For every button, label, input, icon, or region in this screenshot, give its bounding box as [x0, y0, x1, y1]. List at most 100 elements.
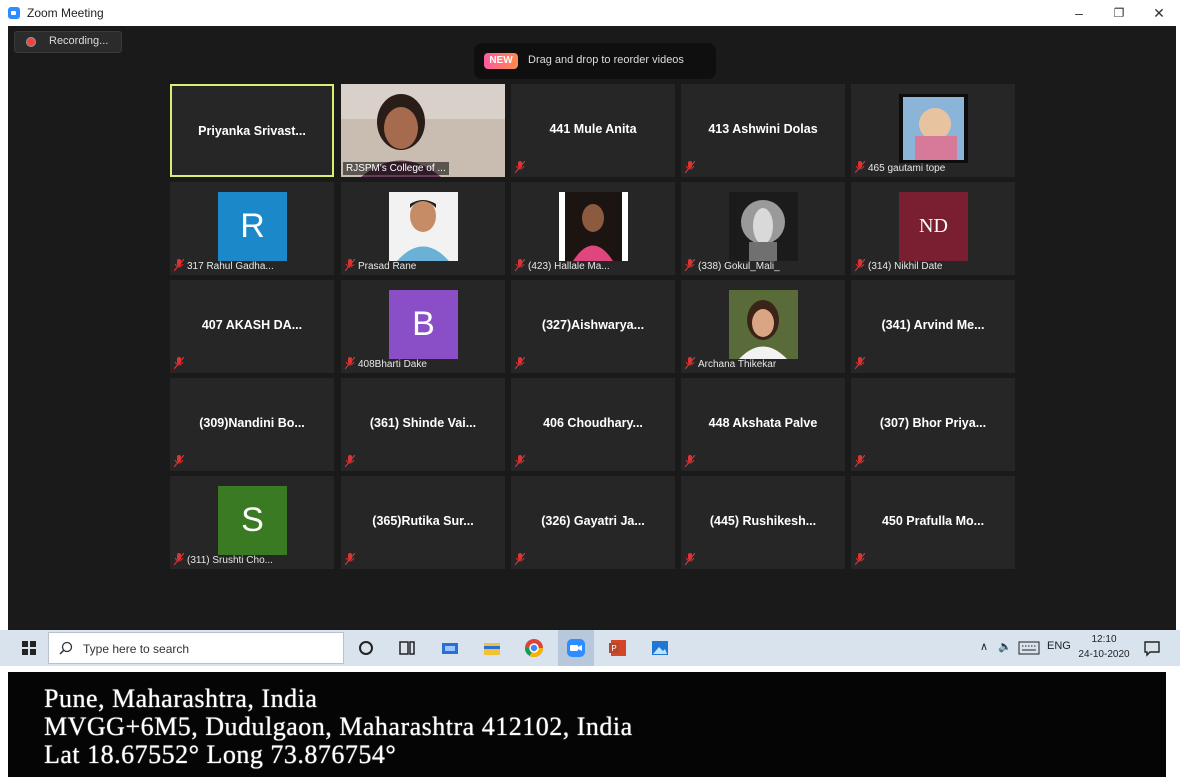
muted-mic-icon [174, 553, 184, 565]
geo-address-line: MVGG+6M5, Dudulgaon, Maharashtra 412102,… [44, 712, 633, 741]
participant-name: 407 AKASH DA... [201, 318, 303, 332]
participant-tile[interactable]: 465 gautami tope [851, 84, 1015, 177]
participant-name: Prasad Rane [358, 261, 417, 272]
muted-mic-icon [685, 553, 695, 565]
geo-coordinates-line: Lat 18.67552° Long 73.876754° [44, 740, 397, 769]
muted-mic-icon [685, 357, 695, 369]
clock[interactable]: 12:10 24-10-2020 [1078, 632, 1130, 662]
notification-icon[interactable] [1142, 638, 1162, 658]
taskbar: Type here to search P ∧ 🔈 ENG 12:10 24-1… [0, 630, 1180, 666]
profile-photo [389, 192, 458, 261]
new-badge: NEW [484, 53, 518, 69]
participant-tile[interactable]: (365)Rutika Sur... [341, 476, 505, 569]
profile-photo [559, 192, 628, 261]
participant-tile[interactable]: 406 Choudhary... [511, 378, 675, 471]
muted-mic-icon [855, 357, 865, 369]
participant-name: 408Bharti Dake [358, 359, 427, 370]
maximize-button[interactable]: ❐ [1104, 3, 1134, 23]
participant-name: 317 Rahul Gadha... [187, 261, 274, 272]
participant-tile[interactable]: (326) Gayatri Ja... [511, 476, 675, 569]
taskbar-app-icon[interactable] [440, 638, 460, 658]
muted-mic-icon [345, 357, 355, 369]
participant-tile[interactable]: 448 Akshata Palve [681, 378, 845, 471]
powerpoint-icon[interactable]: P [608, 638, 628, 658]
participant-name: Priyanka Srivast... [198, 124, 306, 138]
geo-location-line: Pune, Maharashtra, India [44, 684, 318, 713]
chevron-up-icon[interactable]: ∧ [980, 640, 988, 653]
recording-label: Recording... [49, 35, 109, 47]
reorder-tip-toast: NEW Drag and drop to reorder videos [474, 43, 716, 79]
geo-stamp-panel: Pune, Maharashtra, India MVGG+6M5, Dudul… [8, 672, 1166, 777]
muted-mic-icon [515, 553, 525, 565]
keyboard-icon[interactable] [1018, 641, 1040, 655]
muted-mic-icon [685, 455, 695, 467]
toast-message: Drag and drop to reorder videos [528, 54, 684, 66]
participant-tile[interactable]: S (311) Srushti Cho... [170, 476, 334, 569]
record-icon [27, 38, 35, 46]
recording-indicator[interactable]: Recording... [14, 31, 122, 53]
close-button[interactable]: ✕ [1144, 3, 1174, 23]
participant-name: (361) Shinde Vai... [369, 416, 477, 430]
chrome-icon[interactable] [524, 638, 544, 658]
participant-tile[interactable]: ND (314) Nikhil Date [851, 182, 1015, 275]
participant-tile[interactable]: 441 Mule Anita [511, 84, 675, 177]
minimize-button[interactable]: – [1064, 3, 1094, 23]
participant-name: Archana Thikekar [698, 359, 777, 370]
muted-mic-icon [345, 455, 355, 467]
cortana-icon[interactable] [356, 638, 376, 658]
participant-tile[interactable]: Priyanka Srivast... [170, 84, 334, 177]
participant-tile[interactable]: 407 AKASH DA... [170, 280, 334, 373]
participant-tile[interactable]: (341) Arvind Me... [851, 280, 1015, 373]
clock-date: 24-10-2020 [1078, 649, 1130, 660]
participant-name: 413 Ashwini Dolas [708, 122, 818, 136]
participant-name: (365)Rutika Sur... [372, 514, 474, 528]
geo-stamp: Pune, Maharashtra, India MVGG+6M5, Dudul… [0, 666, 1180, 777]
title-bar: Zoom Meeting – ❐ ✕ [0, 0, 1180, 26]
zoom-app-icon [8, 7, 20, 19]
zoom-icon[interactable] [566, 638, 586, 658]
participant-tile[interactable]: 413 Ashwini Dolas [681, 84, 845, 177]
muted-mic-icon [174, 455, 184, 467]
muted-mic-icon [174, 259, 184, 271]
file-explorer-icon[interactable] [482, 638, 502, 658]
profile-photo [729, 192, 798, 261]
participant-name: (307) Bhor Priya... [879, 416, 987, 430]
clock-time: 12:10 [1091, 634, 1117, 645]
muted-mic-icon [685, 259, 695, 271]
taskbar-search[interactable]: Type here to search [48, 632, 344, 664]
avatar: B [389, 290, 458, 359]
search-icon [59, 641, 73, 655]
participant-tile[interactable]: (361) Shinde Vai... [341, 378, 505, 471]
participant-tile[interactable]: (423) Hallale Ma... [511, 182, 675, 275]
profile-photo [729, 290, 798, 359]
windows-start-icon[interactable] [22, 641, 36, 655]
muted-mic-icon [855, 259, 865, 271]
participant-tile[interactable]: (338) Gokul_Mali_ [681, 182, 845, 275]
muted-mic-icon [855, 161, 865, 173]
participant-name: (311) Srushti Cho... [187, 555, 273, 566]
photos-icon[interactable] [650, 638, 670, 658]
participant-tile[interactable]: Archana Thikekar [681, 280, 845, 373]
task-view-icon[interactable] [397, 638, 417, 658]
participant-tile[interactable]: (309)Nandini Bo... [170, 378, 334, 471]
muted-mic-icon [515, 161, 525, 173]
muted-mic-icon [515, 455, 525, 467]
participant-name: (423) Hallale Ma... [528, 261, 610, 272]
muted-mic-icon [174, 357, 184, 369]
language-indicator[interactable]: ENG [1047, 640, 1071, 652]
participant-tile[interactable]: R 317 Rahul Gadha... [170, 182, 334, 275]
participant-tile[interactable]: 450 Prafulla Mo... [851, 476, 1015, 569]
participant-tile[interactable]: (307) Bhor Priya... [851, 378, 1015, 471]
muted-mic-icon [515, 357, 525, 369]
participant-tile[interactable]: Prasad Rane [341, 182, 505, 275]
volume-icon[interactable]: 🔈 [998, 640, 1012, 653]
participant-tile[interactable]: B 408Bharti Dake [341, 280, 505, 373]
participant-name: 441 Mule Anita [549, 122, 637, 136]
participant-name: (445) Rushikesh... [709, 514, 817, 528]
participant-tile[interactable]: (327)Aishwarya... [511, 280, 675, 373]
muted-mic-icon [855, 455, 865, 467]
muted-mic-icon [345, 553, 355, 565]
participant-tile[interactable]: RJSPM's College of ... [341, 84, 505, 177]
avatar: ND [899, 192, 968, 261]
participant-tile[interactable]: (445) Rushikesh... [681, 476, 845, 569]
